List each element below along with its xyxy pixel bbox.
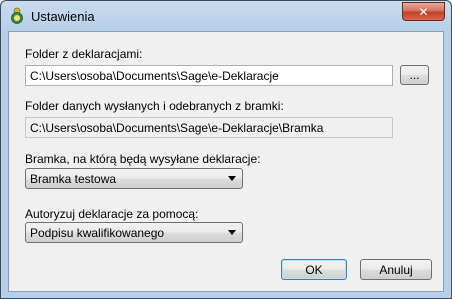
app-icon xyxy=(11,7,23,24)
declarations-folder-label: Folder z deklaracjami: xyxy=(25,47,143,61)
close-icon: ✕ xyxy=(418,4,429,19)
authorization-label: Autoryzuj deklaracje za pomocą: xyxy=(25,207,199,221)
gateway-folder-field: C:\Users\osoba\Documents\Sage\e-Deklarac… xyxy=(25,117,393,138)
authorization-selected: Podpisu kwalifikowanego xyxy=(30,226,165,240)
gateway-folder-label: Folder danych wysłanych i odebranych z b… xyxy=(25,99,284,113)
cancel-button[interactable]: Anuluj xyxy=(360,259,432,280)
settings-window: Ustawienia ✕ Folder z deklaracjami: C:\U… xyxy=(0,0,452,299)
chevron-down-icon xyxy=(228,230,236,235)
gateway-dropdown[interactable]: Bramka testowa xyxy=(25,168,243,189)
dialog-body: Folder z deklaracjami: C:\Users\osoba\Do… xyxy=(8,31,444,292)
gateway-label: Bramka, na którą będą wysyłane deklaracj… xyxy=(25,152,261,166)
ok-button[interactable]: OK xyxy=(281,259,347,280)
title-bar[interactable]: Ustawienia ✕ xyxy=(1,1,451,31)
declarations-folder-input[interactable]: C:\Users\osoba\Documents\Sage\e-Deklarac… xyxy=(25,65,393,86)
browse-button[interactable]: ... xyxy=(400,65,429,85)
close-button[interactable]: ✕ xyxy=(402,2,445,21)
gateway-selected: Bramka testowa xyxy=(30,172,117,186)
chevron-down-icon xyxy=(228,176,236,181)
window-title: Ustawienia xyxy=(31,9,95,24)
authorization-dropdown[interactable]: Podpisu kwalifikowanego xyxy=(25,222,243,243)
